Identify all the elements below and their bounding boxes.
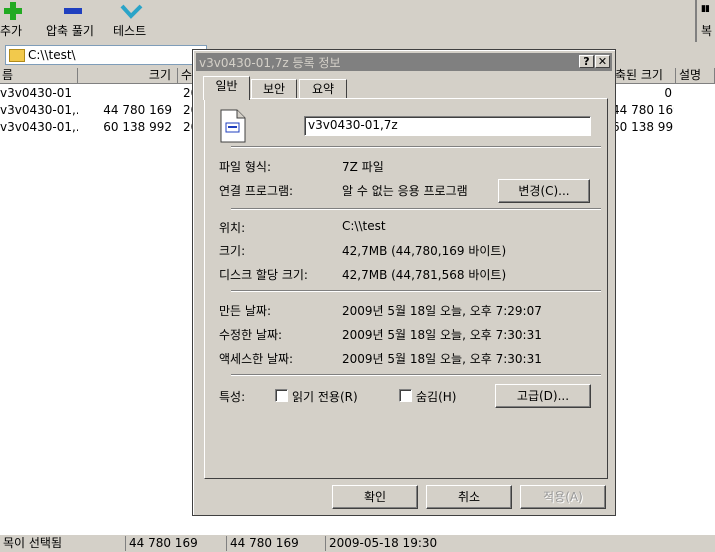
- readonly-label[interactable]: 읽기 전용(R): [292, 388, 358, 405]
- location-label: 위치:: [219, 221, 246, 235]
- location-value: C:\\test: [342, 219, 386, 233]
- apply-button[interactable]: 적용(A): [520, 485, 606, 509]
- disk-size-value: 42,7MB (44,781,568 바이트): [342, 268, 507, 282]
- close-button[interactable]: ✕: [595, 55, 610, 68]
- file-name: v3v0430-01: [0, 86, 72, 100]
- test-label: 테스트: [113, 24, 147, 38]
- address-field[interactable]: C:\\test\: [5, 45, 207, 65]
- change-button[interactable]: 변경(C)...: [498, 179, 590, 203]
- info-icon: ▮▮: [701, 4, 710, 14]
- accessed-label: 액세스한 날짜:: [219, 352, 294, 366]
- properties-dialog: v3v0430-01,7z 등록 정보 ? ✕ 일반 보안 요약 v3v0430…: [192, 49, 616, 516]
- tab-summary[interactable]: 요약: [299, 79, 347, 99]
- file-name: v3v0430-01,...: [0, 103, 78, 117]
- extract-button[interactable]: 압축 풀기: [44, 0, 104, 42]
- file-size: 44 780 169: [103, 103, 172, 117]
- general-panel: v3v0430-01,7z 파일 형식: 7Z 파일 연결 프로그램: 알 수 …: [204, 98, 608, 479]
- extract-label: 압축 풀기: [46, 24, 94, 38]
- size-value: 42,7MB (44,780,169 바이트): [342, 244, 507, 258]
- add-label: 추가: [0, 24, 23, 38]
- hidden-checkbox[interactable]: [399, 389, 412, 402]
- address-path: C:\\test\: [28, 48, 76, 62]
- minus-icon: [64, 8, 82, 14]
- file-size: 60 138 992: [103, 120, 172, 134]
- open-with-value: 알 수 없는 응용 프로그램: [342, 184, 468, 198]
- dialog-title: v3v0430-01,7z 등록 정보: [199, 56, 341, 70]
- divider: [231, 374, 601, 376]
- status-datetime: 2009-05-18 19:30: [325, 536, 715, 551]
- status-size: 44 780 169: [125, 536, 225, 551]
- more-toolbar-button[interactable]: ▮▮ 복: [695, 0, 715, 42]
- cancel-button[interactable]: 취소: [426, 485, 512, 509]
- filename-field[interactable]: v3v0430-01,7z: [304, 116, 591, 136]
- column-header-size[interactable]: 크기: [78, 68, 178, 84]
- advanced-button[interactable]: 고급(D)...: [495, 384, 591, 408]
- column-header-packed[interactable]: 축된 크기: [612, 68, 676, 84]
- file-type-value: 7Z 파일: [342, 160, 384, 174]
- plus-icon: [4, 2, 22, 20]
- disk-size-label: 디스크 할당 크기:: [219, 268, 308, 282]
- file-packed: 44 780 169: [612, 103, 674, 117]
- dialog-titlebar[interactable]: v3v0430-01,7z 등록 정보 ? ✕: [196, 53, 612, 71]
- ok-button[interactable]: 확인: [332, 485, 418, 509]
- file-type-label: 파일 형식:: [219, 160, 272, 174]
- status-bar: 목이 선택됨 44 780 169 44 780 169 2009-05-18 …: [0, 534, 715, 552]
- created-value: 2009년 5월 18일 오늘, 오후 7:29:07: [342, 304, 542, 318]
- created-label: 만든 날짜:: [219, 304, 272, 318]
- divider: [231, 208, 601, 210]
- file-packed: 60 138 992: [612, 120, 674, 134]
- status-packed-size: 44 780 169: [226, 536, 326, 551]
- checkmark-icon: [120, 4, 143, 19]
- help-button[interactable]: ?: [579, 55, 594, 68]
- column-header-comment[interactable]: 설명: [676, 68, 715, 84]
- file-icon: [220, 109, 246, 143]
- test-button[interactable]: 테스트: [110, 0, 154, 42]
- modified-label: 수정한 날짜:: [219, 328, 283, 342]
- file-name: v3v0430-01,...: [0, 120, 78, 134]
- more-label: 복: [701, 24, 713, 38]
- tab-general[interactable]: 일반: [203, 76, 250, 100]
- folder-icon: [9, 49, 25, 62]
- hidden-label[interactable]: 숨김(H): [416, 388, 456, 405]
- tab-security[interactable]: 보안: [251, 79, 297, 99]
- status-selection: 목이 선택됨: [3, 536, 63, 550]
- accessed-value: 2009년 5월 18일 오늘, 오후 7:30:31: [342, 352, 542, 366]
- readonly-checkbox[interactable]: [275, 389, 288, 402]
- divider: [231, 290, 601, 292]
- divider: [231, 146, 601, 148]
- column-header-name[interactable]: 름: [0, 68, 78, 84]
- add-button[interactable]: 추가: [0, 0, 36, 42]
- file-packed: 0: [664, 86, 672, 100]
- attributes-label: 특성:: [219, 390, 246, 404]
- modified-value: 2009년 5월 18일 오늘, 오후 7:30:31: [342, 328, 542, 342]
- main-toolbar: 추가 압축 풀기 테스트 ▮▮ 복: [0, 0, 715, 43]
- size-label: 크기:: [219, 244, 246, 258]
- open-with-label: 연결 프로그램:: [219, 184, 294, 198]
